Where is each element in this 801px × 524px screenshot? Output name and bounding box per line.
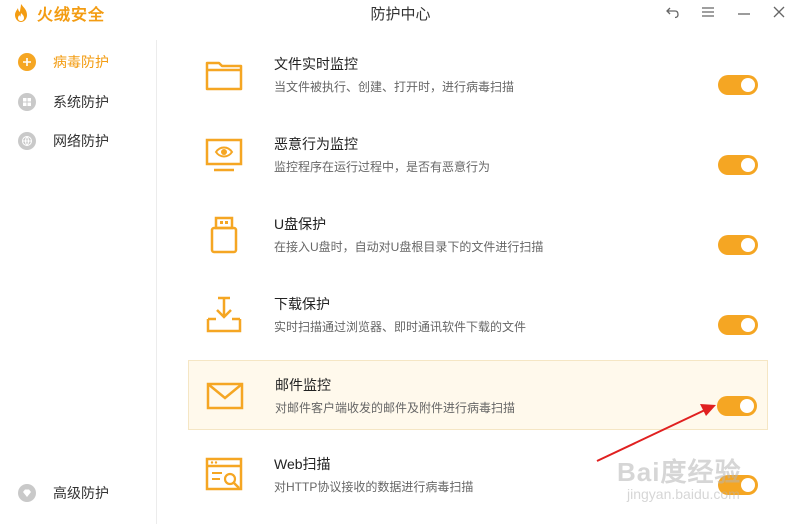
watermark: Bai度经验 jingyan.baidu.com bbox=[617, 452, 801, 512]
mail-icon bbox=[206, 382, 244, 410]
list-item: 恶意行为监控 监控程序在运行过程中，是否有恶意行为 bbox=[188, 120, 768, 190]
back-icon bbox=[666, 7, 679, 19]
back-button[interactable] bbox=[663, 2, 683, 22]
close-button[interactable] bbox=[769, 2, 789, 22]
row-title: 恶意行为监控 bbox=[274, 136, 358, 152]
close-icon bbox=[773, 6, 785, 18]
row-description: 对HTTP协议接收的数据进行病毒扫描 bbox=[274, 480, 474, 494]
row-title: Web扫描 bbox=[274, 456, 331, 472]
minimize-icon bbox=[738, 13, 750, 15]
globe-icon bbox=[18, 132, 36, 150]
menu-icon bbox=[701, 7, 714, 17]
file-monitor-toggle[interactable] bbox=[718, 75, 758, 95]
list-item: U盘保护 在接入U盘时，自动对U盘根目录下的文件进行扫描 bbox=[188, 200, 768, 270]
sidebar-item-system-protection[interactable]: 系统防护 bbox=[18, 92, 109, 112]
watermark-main: Bai度经验 bbox=[617, 457, 742, 487]
windows-icon bbox=[18, 93, 36, 111]
row-description: 在接入U盘时，自动对U盘根目录下的文件进行扫描 bbox=[274, 240, 544, 254]
web-scan-icon bbox=[205, 457, 243, 491]
sidebar-item-virus-protection[interactable]: 病毒防护 bbox=[18, 52, 109, 72]
virus-shield-icon bbox=[18, 53, 36, 71]
diamond-icon bbox=[18, 484, 36, 502]
folder-icon bbox=[205, 61, 243, 91]
row-description: 监控程序在运行过程中，是否有恶意行为 bbox=[274, 160, 491, 174]
list-item: 邮件监控 对邮件客户端收发的邮件及附件进行病毒扫描 bbox=[188, 360, 768, 430]
usb-protection-toggle[interactable] bbox=[718, 235, 758, 255]
list-item: 文件实时监控 当文件被执行、创建、打开时，进行病毒扫描 bbox=[188, 40, 768, 110]
usb-icon bbox=[210, 216, 238, 254]
title-bar: 火绒安全 防护中心 bbox=[0, 0, 801, 24]
sidebar-item-advanced-protection[interactable]: 高级防护 bbox=[18, 483, 109, 503]
sidebar-item-label: 高级防护 bbox=[53, 485, 109, 501]
sidebar-item-label: 系统防护 bbox=[53, 94, 109, 110]
download-icon bbox=[206, 296, 242, 333]
row-title: 下载保护 bbox=[274, 296, 330, 312]
row-title: U盘保护 bbox=[274, 216, 327, 232]
sidebar: 病毒防护 系统防护 网络防护 高级防护 bbox=[0, 40, 157, 524]
download-protection-toggle[interactable] bbox=[718, 315, 758, 335]
minimize-button[interactable] bbox=[734, 2, 754, 22]
mail-monitor-toggle[interactable] bbox=[717, 396, 757, 416]
row-description: 实时扫描通过浏览器、即时通讯软件下载的文件 bbox=[274, 320, 527, 334]
list-item: 下载保护 实时扫描通过浏览器、即时通讯软件下载的文件 bbox=[188, 280, 768, 350]
watermark-sub: jingyan.baidu.com bbox=[627, 486, 740, 502]
sidebar-item-network-protection[interactable]: 网络防护 bbox=[18, 131, 109, 151]
row-title: 文件实时监控 bbox=[274, 56, 358, 72]
sidebar-item-label: 网络防护 bbox=[53, 133, 109, 149]
row-description: 当文件被执行、创建、打开时，进行病毒扫描 bbox=[274, 80, 515, 94]
row-title: 邮件监控 bbox=[275, 377, 331, 393]
menu-button[interactable] bbox=[698, 2, 718, 22]
sidebar-item-label: 病毒防护 bbox=[53, 54, 109, 70]
row-description: 对邮件客户端收发的邮件及附件进行病毒扫描 bbox=[275, 401, 516, 415]
behavior-monitor-toggle[interactable] bbox=[718, 155, 758, 175]
monitor-eye-icon bbox=[205, 138, 243, 172]
